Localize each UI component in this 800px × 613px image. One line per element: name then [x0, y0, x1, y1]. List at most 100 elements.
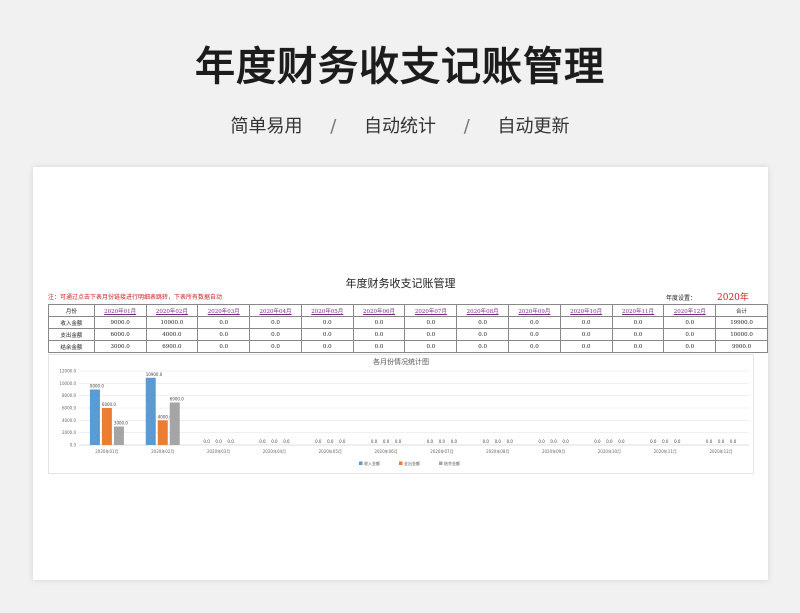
month-link[interactable]: 2020年09月 [508, 304, 561, 317]
data-label: 0.0 [562, 439, 569, 444]
data-label: 0.0 [730, 439, 737, 444]
data-label: 6000.0 [102, 402, 116, 407]
legend-label: 收入金额 [364, 460, 380, 466]
x-tick-label: 2020年08月 [486, 448, 509, 454]
monthly-chart: 各月份情况统计图 0.0 2000.0 4000.0 6000.0 8000.0 10000… [48, 354, 754, 474]
legend-label: 支出金额 [404, 460, 420, 466]
data-label: 0.0 [507, 439, 514, 444]
table-cell: 0.0 [352, 340, 406, 353]
legend-swatch [359, 461, 363, 465]
month-link[interactable]: 2020年03月 [197, 304, 251, 317]
data-label: 0.0 [495, 439, 502, 444]
y-tick-label: 0.0 [70, 443, 77, 448]
data-label: 0.0 [718, 439, 725, 444]
feature-separator: / [463, 116, 470, 137]
month-link[interactable]: 2020年05月 [300, 304, 354, 317]
data-label: 3000.0 [114, 421, 128, 426]
table-cell: 9000.0 [93, 316, 147, 329]
month-link[interactable]: 2020年01月 [93, 304, 147, 317]
month-link[interactable]: 2020年06月 [352, 304, 406, 317]
bar [113, 426, 124, 445]
table-cell: 0.0 [611, 340, 665, 353]
legend-swatch [399, 461, 403, 465]
feature-item: 自动更新 [497, 116, 570, 137]
data-label: 0.0 [203, 439, 210, 444]
bar [145, 377, 156, 445]
header-cell: 月份 [48, 304, 95, 317]
data-label: 0.0 [606, 439, 613, 444]
month-link[interactable]: 2020年11月 [611, 304, 665, 317]
data-label: 0.0 [650, 439, 657, 444]
y-tick-label: 12000.0 [59, 369, 76, 374]
x-tick-label: 2020年07月 [430, 448, 453, 454]
sheet-note: 注：可通过点击下表月份链接进行明细表跳转，下表所有数据自动 [48, 294, 223, 301]
table-cell: 0.0 [559, 340, 613, 353]
data-label: 0.0 [706, 439, 713, 444]
table-cell: 0.0 [508, 328, 561, 341]
data-label: 0.0 [674, 439, 681, 444]
data-label: 0.0 [451, 439, 458, 444]
table-cell: 10900.0 [145, 316, 199, 329]
table-row: 收入金额 9000.0 10900.0 0.0 0.0 0.0 0.0 0.0 0.0 0.0 0.… [48, 316, 768, 329]
table-cell: 0.0 [300, 340, 354, 353]
month-link[interactable]: 2020年02月 [145, 304, 199, 317]
data-label: 9000.0 [90, 384, 104, 389]
year-setting-label: 年度设置： [666, 295, 697, 302]
table-cell: 0.0 [559, 316, 613, 329]
y-tick-label: 2000.0 [62, 430, 76, 435]
legend-swatch [439, 461, 443, 465]
data-label: 0.0 [315, 439, 322, 444]
table-cell: 0.0 [559, 328, 613, 341]
month-link[interactable]: 2020年08月 [456, 304, 509, 317]
x-tick-label: 2020年06月 [374, 448, 397, 454]
x-tick-label: 2020年04月 [263, 448, 286, 454]
data-label: 0.0 [259, 439, 266, 444]
table-cell: 0.0 [249, 340, 302, 353]
table-cell: 0.0 [663, 328, 717, 341]
bar [89, 389, 100, 445]
data-label: 0.0 [594, 439, 601, 444]
feature-item: 自动统计 [364, 116, 436, 137]
feature-list: 简单易用 / 自动统计 / 自动更新 [0, 112, 800, 138]
table-cell: 19900.0 [715, 316, 768, 329]
feature-item: 简单易用 [230, 116, 303, 137]
x-tick-label: 2020年05月 [319, 448, 342, 454]
table-cell: 0.0 [611, 328, 665, 341]
y-tick-label: 10000.0 [59, 381, 76, 386]
x-tick-label: 2020年01月 [95, 448, 118, 454]
data-label: 0.0 [327, 439, 334, 444]
data-label: 0.0 [227, 439, 234, 444]
table-cell: 6000.0 [93, 328, 147, 341]
data-label: 0.0 [538, 439, 545, 444]
table-cell: 4000.0 [145, 328, 199, 341]
table-cell: 0.0 [456, 316, 509, 329]
month-link[interactable]: 2020年07月 [404, 304, 458, 317]
table-cell: 9900.0 [715, 340, 768, 353]
table-row: 结余金额 3000.0 6900.0 0.0 0.0 0.0 0.0 0.0 0.0 0.0 0.0… [48, 340, 768, 353]
table-cell: 0.0 [249, 328, 302, 341]
data-label: 0.0 [371, 439, 378, 444]
month-link[interactable]: 2020年12月 [663, 304, 717, 317]
table-cell: 0.0 [300, 316, 354, 329]
data-label: 0.0 [395, 439, 402, 444]
table-cell: 0.0 [352, 328, 406, 341]
table-cell: 0.0 [404, 340, 458, 353]
y-tick-label: 8000.0 [62, 393, 76, 398]
year-setting-value[interactable]: 2020年 [717, 290, 749, 303]
x-tick-label: 2020年12月 [709, 448, 732, 454]
table-cell: 0.0 [352, 316, 406, 329]
data-label: 0.0 [427, 439, 434, 444]
table-cell: 0.0 [404, 328, 458, 341]
month-link[interactable]: 2020年10月 [559, 304, 613, 317]
row-label: 结余金额 [48, 340, 95, 353]
page-title: 年度财务收支记账管理 [195, 44, 605, 90]
table-cell: 0.0 [508, 340, 561, 353]
table-cell: 0.0 [300, 328, 354, 341]
table-cell: 0.0 [508, 316, 561, 329]
table-cell: 0.0 [197, 316, 251, 329]
spreadsheet-preview: 年度财务收支记账管理 注：可通过点击下表月份链接进行明细表跳转，下表所有数据自动… [33, 167, 768, 580]
y-tick-label: 6000.0 [62, 406, 76, 411]
data-label: 6900.0 [170, 396, 184, 401]
chart-title: 各月份情况统计图 [373, 357, 429, 366]
month-link[interactable]: 2020年04月 [249, 304, 302, 317]
